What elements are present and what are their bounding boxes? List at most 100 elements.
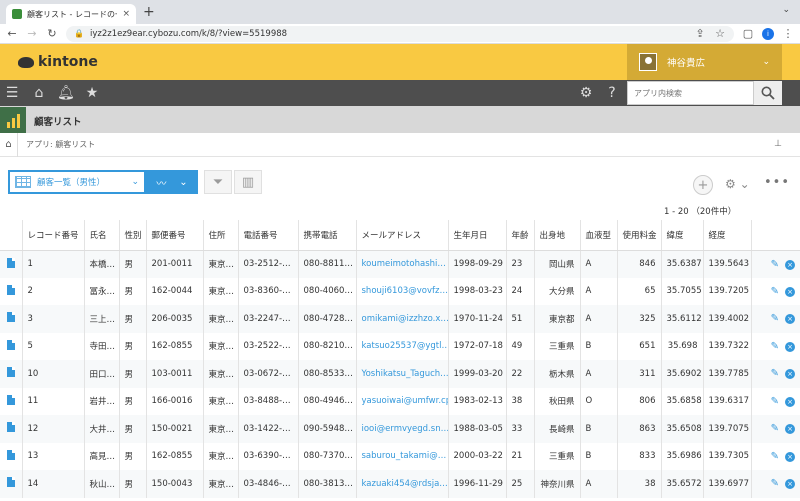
- record-detail-icon[interactable]: [6, 339, 15, 350]
- delete-icon[interactable]: ×: [785, 286, 795, 297]
- record-detail-cell[interactable]: [0, 277, 22, 305]
- table-cell[interactable]: kazuaki454@rdsja…: [355, 470, 448, 498]
- record-detail-icon[interactable]: [6, 284, 15, 295]
- kintone-logo[interactable]: kintone: [18, 54, 98, 70]
- column-header[interactable]: 性別: [118, 220, 146, 251]
- record-detail-icon[interactable]: [6, 312, 15, 323]
- column-header[interactable]: 緯度: [660, 220, 703, 251]
- edit-pencil-icon[interactable]: ✎: [771, 396, 779, 407]
- table-cell[interactable]: yasuoiwai@umfwr.cp: [355, 387, 448, 415]
- app-search-field[interactable]: [627, 81, 754, 105]
- app-search-input[interactable]: [634, 88, 747, 98]
- column-header[interactable]: 経度: [702, 220, 751, 251]
- delete-icon[interactable]: ×: [785, 451, 795, 462]
- tab-search-icon[interactable]: ⌄: [782, 5, 790, 15]
- table-cell: 863: [616, 415, 661, 443]
- table-cell[interactable]: saburou_takami@…: [355, 442, 448, 470]
- close-tab-icon[interactable]: ×: [122, 9, 130, 19]
- column-header[interactable]: 生年月日: [447, 220, 506, 251]
- table-cell[interactable]: Yoshikatsu_Taguch…: [355, 360, 448, 388]
- record-detail-cell[interactable]: [0, 332, 22, 360]
- column-header[interactable]: 携帯電話: [297, 220, 356, 251]
- favorite-star-icon[interactable]: ★: [84, 85, 100, 101]
- edit-pencil-icon[interactable]: ✎: [771, 286, 779, 297]
- menu-icon[interactable]: ☰: [4, 85, 20, 101]
- delete-icon[interactable]: ×: [785, 369, 795, 380]
- user-menu[interactable]: 神谷貴広 ⌄: [627, 44, 782, 80]
- browser-menu-icon[interactable]: ⋮: [782, 27, 794, 40]
- edit-pencil-icon[interactable]: ✎: [771, 478, 779, 489]
- delete-icon[interactable]: ×: [785, 314, 795, 325]
- table-cell[interactable]: koumeimotohashi…: [355, 250, 448, 278]
- column-header[interactable]: メールアドレス: [355, 220, 448, 251]
- table-cell: O: [579, 387, 617, 415]
- delete-icon[interactable]: ×: [785, 424, 795, 435]
- record-detail-icon[interactable]: [6, 422, 15, 433]
- record-detail-cell[interactable]: [0, 387, 22, 415]
- edit-pencil-icon[interactable]: ✎: [771, 341, 779, 352]
- settings-gear-icon[interactable]: ⚙: [578, 85, 594, 101]
- column-header[interactable]: 住所: [202, 220, 238, 251]
- profile-avatar[interactable]: i: [762, 27, 774, 40]
- edit-pencil-icon[interactable]: ✎: [771, 259, 779, 270]
- home-icon[interactable]: ⌂: [0, 132, 18, 157]
- filter-button[interactable]: ⏷: [204, 170, 232, 194]
- help-icon[interactable]: ?: [604, 85, 620, 101]
- url-field[interactable]: 🔒 iyz2z1ez9ear.cybozu.com/k/8/?view=5519…: [66, 25, 734, 42]
- search-button[interactable]: [754, 81, 782, 105]
- notification-bell-icon[interactable]: 🔔︎: [57, 85, 75, 101]
- record-detail-cell[interactable]: [0, 415, 22, 443]
- new-tab-button[interactable]: +: [143, 4, 155, 20]
- pin-icon[interactable]: ⊥: [774, 139, 782, 149]
- bookmark-star-icon[interactable]: ☆: [714, 27, 726, 40]
- home-icon[interactable]: ⌂: [31, 85, 47, 101]
- delete-icon[interactable]: ×: [785, 341, 795, 352]
- table-cell[interactable]: shouji6103@vovfz…: [355, 277, 448, 305]
- delete-icon[interactable]: ×: [785, 479, 795, 490]
- record-detail-icon[interactable]: [6, 449, 15, 460]
- edit-pencil-icon[interactable]: ✎: [771, 451, 779, 462]
- table-cell: 1998-09-29: [447, 250, 506, 278]
- record-detail-icon[interactable]: [6, 257, 15, 268]
- record-detail-cell[interactable]: [0, 470, 22, 498]
- extensions-icon[interactable]: ▢: [742, 27, 754, 40]
- record-detail-icon[interactable]: [6, 477, 15, 488]
- back-icon[interactable]: ←: [6, 27, 18, 40]
- edit-pencil-icon[interactable]: ✎: [771, 313, 779, 324]
- view-selector[interactable]: 顧客一覧（男性） ⌄: [8, 170, 146, 194]
- record-detail-cell[interactable]: [0, 305, 22, 333]
- column-header[interactable]: 出身地: [533, 220, 580, 251]
- column-header[interactable]: 郵便番号: [145, 220, 203, 251]
- record-detail-cell[interactable]: [0, 442, 22, 470]
- column-header[interactable]: 氏名: [83, 220, 119, 251]
- reload-icon[interactable]: ↻: [46, 27, 58, 40]
- column-header[interactable]: 血液型: [579, 220, 617, 251]
- table-cell[interactable]: iooi@ermvyegd.sn…: [355, 415, 448, 443]
- column-header[interactable]: 年齢: [505, 220, 534, 251]
- delete-icon[interactable]: ×: [785, 259, 795, 270]
- table-cell[interactable]: omikami@izzhzo.x…: [355, 305, 448, 333]
- record-detail-icon[interactable]: [6, 367, 15, 378]
- breadcrumb-app-link[interactable]: アプリ: 顧客リスト: [18, 139, 95, 150]
- delete-icon[interactable]: ×: [785, 396, 795, 407]
- more-options-icon[interactable]: •••: [764, 175, 790, 190]
- table-cell[interactable]: katsuo25537@ygtl…: [355, 332, 448, 360]
- edit-pencil-icon[interactable]: ✎: [771, 368, 779, 379]
- graph-menu-button[interactable]: 〰 ⌄: [146, 170, 198, 194]
- app-bar-chart-icon[interactable]: [0, 107, 26, 133]
- table-cell: A: [579, 360, 617, 388]
- forward-icon[interactable]: →: [26, 27, 38, 40]
- record-detail-cell[interactable]: [0, 360, 22, 388]
- browser-tab[interactable]: 顧客リスト - レコードの一覧 ×: [6, 4, 136, 24]
- record-detail-cell[interactable]: [0, 250, 22, 278]
- view-settings-gear-icon[interactable]: ⚙ ⌄: [725, 177, 750, 191]
- add-record-button[interactable]: +: [693, 175, 713, 195]
- column-header[interactable]: レコード番号: [21, 220, 84, 251]
- share-icon[interactable]: ⇪: [694, 27, 706, 40]
- column-header[interactable]: 電話番号: [237, 220, 298, 251]
- edit-pencil-icon[interactable]: ✎: [771, 423, 779, 434]
- graph-button[interactable]: ▥: [234, 170, 262, 194]
- table-cell: 162-0044: [145, 277, 203, 305]
- column-header[interactable]: 使用料金: [616, 220, 661, 251]
- record-detail-icon[interactable]: [6, 394, 15, 405]
